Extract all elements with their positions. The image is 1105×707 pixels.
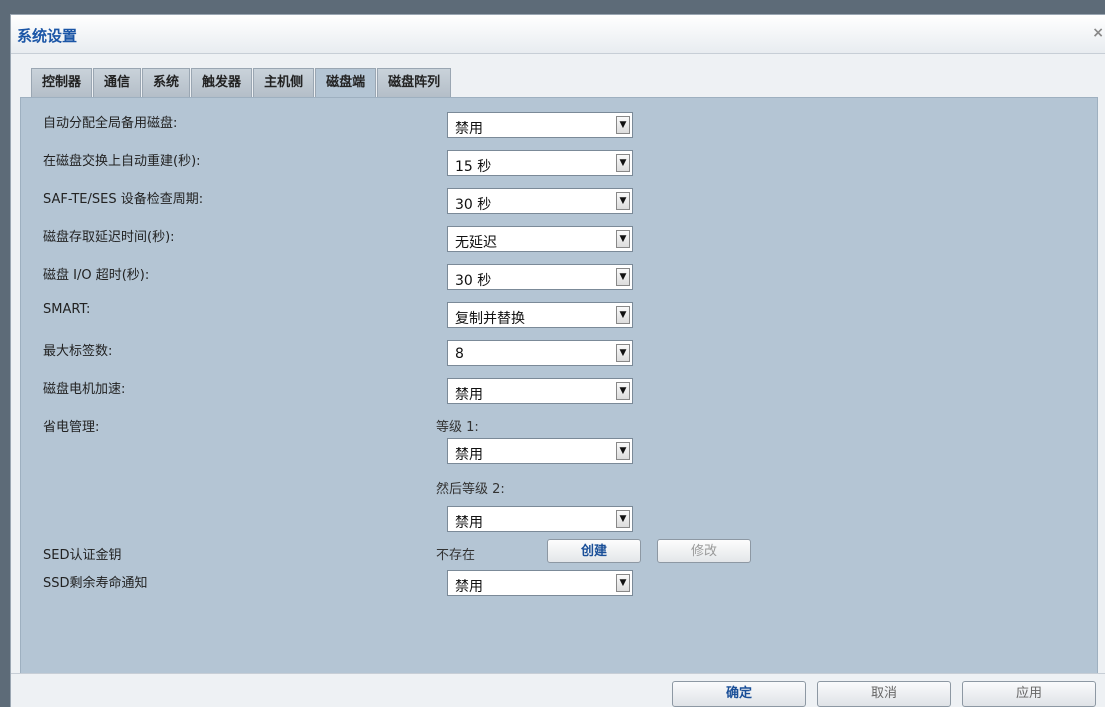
dialog-titlebar: 系统设置 × [11,15,1105,54]
smart-label: SMART: [43,302,91,317]
max-tags-select[interactable]: 8 ▼ [447,340,633,366]
select-value: 复制并替换 [455,311,525,327]
modify-button[interactable]: 修改 [657,539,751,563]
io-timeout-label: 磁盘 I/O 超时(秒): [43,268,150,283]
dropdown-arrow-icon: ▼ [616,154,630,172]
dropdown-arrow-icon: ▼ [616,344,630,362]
dropdown-arrow-icon: ▼ [616,306,630,324]
apply-button[interactable]: 应用 [962,681,1096,707]
access-delay-label: 磁盘存取延迟时间(秒): [43,230,175,245]
auto-assign-spare-select[interactable]: 禁用 ▼ [447,112,633,138]
tab-host-side[interactable]: 主机侧 [253,68,315,97]
sed-key-label: SED认证金钥 [43,548,122,563]
dropdown-arrow-icon: ▼ [616,230,630,248]
select-value: 禁用 [455,515,483,531]
system-settings-dialog: 系统设置 × 控制器 通信 系统 触发器 主机侧 磁盘端 磁盘阵列 自动分配全局… [10,14,1105,707]
tab-communication[interactable]: 通信 [93,68,142,97]
auto-rebuild-label: 在磁盘交换上自动重建(秒): [43,154,201,169]
smart-select[interactable]: 复制并替换 ▼ [447,302,633,328]
dropdown-arrow-icon: ▼ [616,268,630,286]
power-level2-select[interactable]: 禁用 ▼ [447,506,633,532]
spinup-label: 磁盘电机加速: [43,382,126,397]
tab-disk-array[interactable]: 磁盘阵列 [377,68,452,97]
select-value: 8 [455,346,464,362]
sed-key-status: 不存在 [436,548,476,563]
auto-rebuild-select[interactable]: 15 秒 ▼ [447,150,633,176]
dropdown-arrow-icon: ▼ [616,116,630,134]
drive-side-panel: 自动分配全局备用磁盘: 禁用 ▼ 在磁盘交换上自动重建(秒): 15 秒 ▼ S… [20,97,1098,675]
io-timeout-select[interactable]: 30 秒 ▼ [447,264,633,290]
select-value: 禁用 [455,387,483,403]
max-tags-label: 最大标签数: [43,344,113,359]
ok-button[interactable]: 确定 [672,681,806,707]
level2-label: 然后等级 2: [436,482,505,497]
settings-tabs: 控制器 通信 系统 触发器 主机侧 磁盘端 磁盘阵列 [31,68,452,99]
tab-controller[interactable]: 控制器 [31,68,93,97]
select-value: 禁用 [455,447,483,463]
power-level1-select[interactable]: 禁用 ▼ [447,438,633,464]
saf-te-ses-select[interactable]: 30 秒 ▼ [447,188,633,214]
ssd-life-label: SSD剩余寿命通知 [43,576,148,591]
select-value: 30 秒 [455,273,492,289]
cancel-button[interactable]: 取消 [817,681,951,707]
auto-assign-spare-label: 自动分配全局备用磁盘: [43,116,178,131]
tab-trigger[interactable]: 触发器 [191,68,253,97]
select-value: 禁用 [455,579,483,595]
power-mgmt-label: 省电管理: [43,420,100,435]
create-button[interactable]: 创建 [547,539,641,563]
select-value: 15 秒 [455,159,492,175]
access-delay-select[interactable]: 无延迟 ▼ [447,226,633,252]
tab-system[interactable]: 系统 [142,68,191,97]
dropdown-arrow-icon: ▼ [616,510,630,528]
tab-drive-side[interactable]: 磁盘端 [315,68,377,99]
dialog-footer: 确定 取消 应用 [11,673,1105,707]
select-value: 30 秒 [455,197,492,213]
select-value: 禁用 [455,121,483,137]
dropdown-arrow-icon: ▼ [616,382,630,400]
select-value: 无延迟 [455,235,497,251]
saf-te-ses-label: SAF-TE/SES 设备检查周期: [43,192,204,207]
spinup-select[interactable]: 禁用 ▼ [447,378,633,404]
dropdown-arrow-icon: ▼ [616,442,630,460]
level1-label: 等级 1: [436,420,479,435]
dialog-title: 系统设置 [17,27,78,45]
close-icon[interactable]: × [1092,25,1104,41]
dropdown-arrow-icon: ▼ [616,192,630,210]
ssd-life-select[interactable]: 禁用 ▼ [447,570,633,596]
dropdown-arrow-icon: ▼ [616,574,630,592]
